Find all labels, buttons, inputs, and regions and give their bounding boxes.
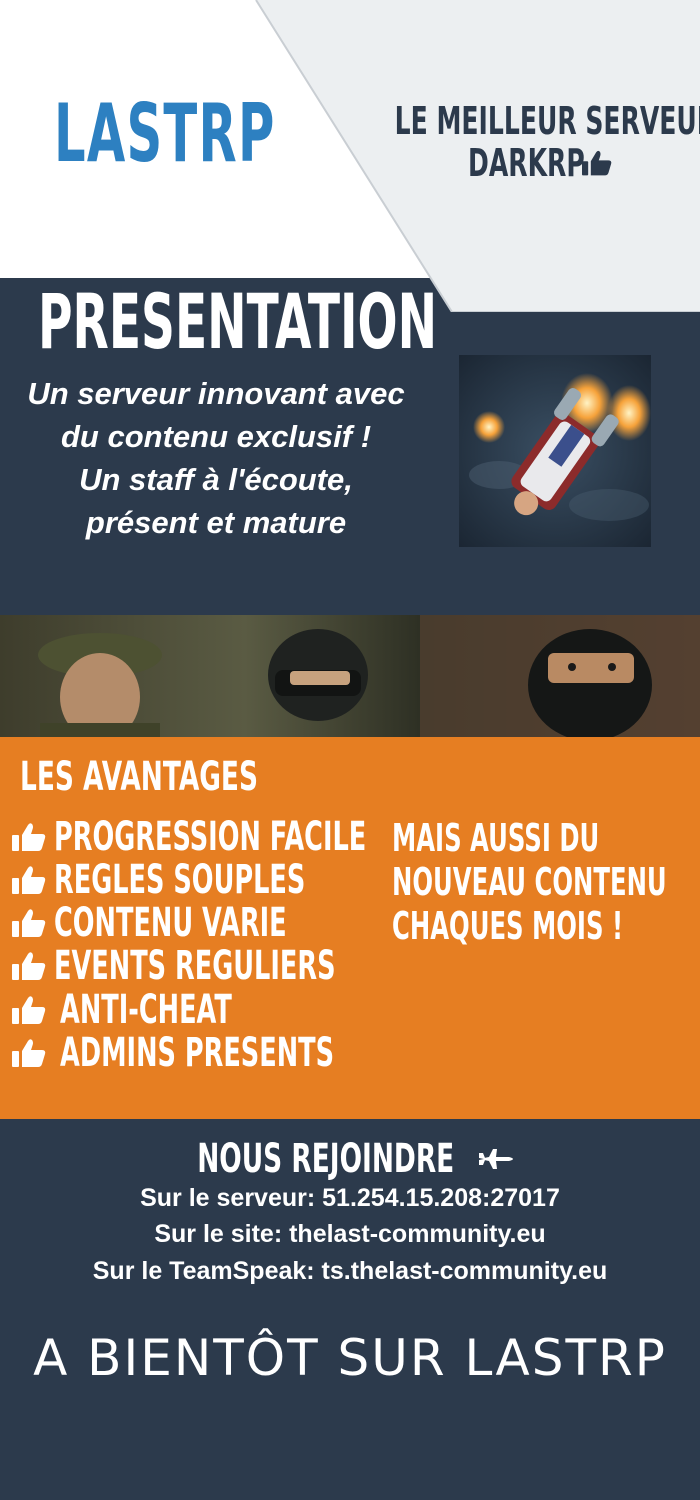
goodbye-message: A BIENTÔT SUR LASTRP: [33, 1329, 667, 1387]
thumbs-up-icon: [12, 951, 46, 981]
new-content-line: NOUVEAU CONTENU: [392, 860, 667, 904]
advantage-item: ADMINS PRESENTS: [12, 1032, 488, 1074]
advantages-title: LES AVANTAGES: [20, 754, 258, 800]
tagline: LE MEILLEUR SERVEUR DARKRP: [360, 99, 700, 184]
thumbs-up-icon: [12, 1038, 46, 1068]
thumbs-up-icon: [12, 995, 46, 1025]
presentation-line: Un staff à l'écoute,: [79, 462, 353, 497]
join-teamspeak: Sur le TeamSpeak: ts.thelast-community.e…: [92, 1257, 608, 1285]
tagline-line2: DARKRP: [360, 142, 690, 184]
logo-text: LASTRP: [54, 87, 276, 180]
advantage-label: ANTI-CHEAT: [60, 987, 232, 1033]
presentation-line: présent et mature: [85, 505, 347, 540]
advantage-label: EVENTS REGULIERS: [54, 943, 336, 989]
join-server: Sur le serveur: 51.254.15.208:27017: [140, 1184, 560, 1212]
tagline-line1: LE MEILLEUR SERVEUR: [394, 99, 700, 143]
new-content-line: CHAQUES MOIS !: [392, 904, 624, 948]
presentation-text: Un serveur innovant avec du contenu excl…: [0, 372, 432, 544]
advantage-item: ANTI-CHEAT: [12, 989, 329, 1031]
thumbs-up-icon: [582, 149, 612, 177]
advantage-label: CONTENU VARIE: [54, 900, 287, 946]
advantage-label: ADMINS PRESENTS: [60, 1030, 335, 1076]
new-content-line: MAIS AUSSI DU: [392, 816, 600, 860]
plane-icon: [478, 1149, 513, 1169]
soldiers-banner-image: [0, 615, 700, 737]
join-title-text: NOUS REJOINDRE: [197, 1136, 455, 1182]
presentation-line: Un serveur innovant avec: [27, 376, 405, 411]
thumbs-up-icon: [12, 822, 46, 852]
advantage-item: REGLES SOUPLES: [12, 859, 447, 901]
advantage-label: REGLES SOUPLES: [54, 857, 306, 903]
thumbs-up-icon: [12, 865, 46, 895]
advantage-label: PROGRESSION FACILE: [54, 814, 367, 860]
advantage-item: EVENTS REGULIERS: [12, 945, 494, 987]
join-site: Sur le site: thelast-community.eu: [154, 1220, 546, 1248]
advantage-item: CONTENU VARIE: [12, 902, 418, 944]
presentation-title: PRESENTATION: [38, 277, 438, 366]
new-content-note: MAIS AUSSI DU NOUVEAU CONTENU CHAQUES MO…: [392, 816, 667, 948]
join-title: NOUS REJOINDRE: [0, 1134, 700, 1184]
presentation-line: du contenu exclusif !: [60, 419, 372, 454]
thumbs-up-icon: [12, 908, 46, 938]
jetpack-character-image: [459, 355, 651, 547]
tagline-darkrp: DARKRP: [467, 141, 585, 185]
